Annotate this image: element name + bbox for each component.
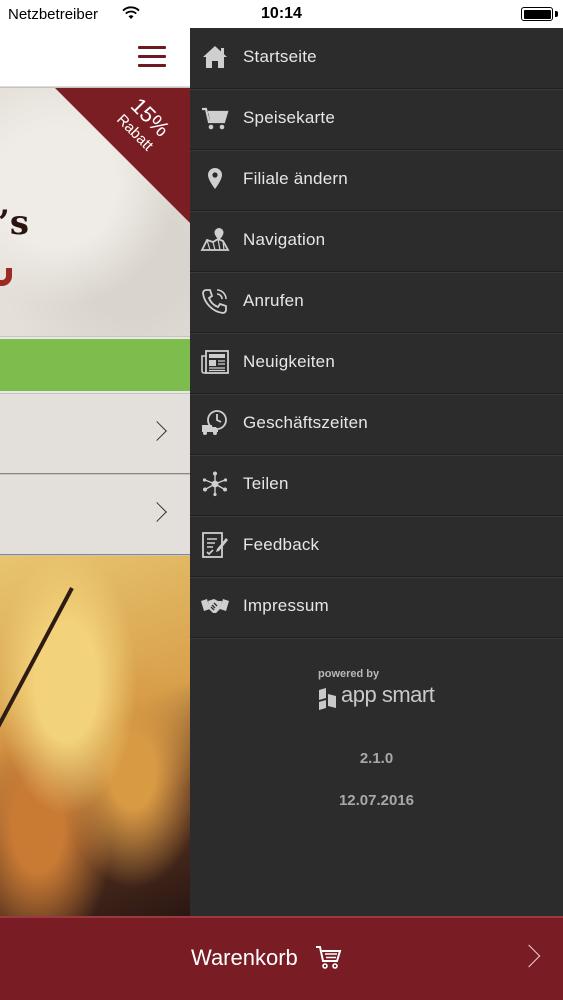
handshake-icon bbox=[201, 599, 229, 613]
feedback-icon bbox=[202, 532, 228, 558]
battery-nub bbox=[555, 11, 558, 17]
cart-bar[interactable]: Warenkorb bbox=[0, 916, 563, 1000]
menu-item-feedback[interactable]: Feedback bbox=[190, 516, 563, 577]
phone-icon bbox=[202, 289, 227, 314]
location-pin-icon bbox=[208, 168, 222, 189]
pizza-image bbox=[0, 556, 190, 916]
app-version: 2.1.0 bbox=[359, 750, 394, 767]
menu-item-label: Neuigkeiten bbox=[243, 352, 335, 371]
brand-logo-swash bbox=[0, 268, 12, 286]
cart-label: Warenkorb bbox=[191, 945, 298, 970]
menu-item-label: Feedback bbox=[243, 535, 320, 554]
menu-item-label: Geschäftszeiten bbox=[243, 413, 368, 432]
hamburger-menu-icon[interactable] bbox=[138, 46, 168, 68]
map-icon bbox=[200, 228, 230, 251]
menu-item-label: Filiale ändern bbox=[243, 169, 348, 188]
page-header bbox=[0, 28, 190, 87]
menu-item-anrufen[interactable]: Anrufen bbox=[190, 272, 563, 333]
side-drawer: Startseite Speisekarte Filiale ändern Na… bbox=[190, 28, 563, 916]
app-date: 12.07.2016 bbox=[338, 792, 415, 809]
background-page: 15% Rabatt ’s bbox=[0, 28, 190, 916]
menu-item-teilen[interactable]: Teilen bbox=[190, 455, 563, 516]
newspaper-icon bbox=[201, 350, 229, 374]
status-bar: Netzbetreiber 10:14 bbox=[0, 0, 563, 28]
appsmart-brand: app smart bbox=[341, 682, 435, 707]
action-bar[interactable] bbox=[0, 337, 190, 393]
battery-icon bbox=[521, 7, 553, 21]
menu-item-navigation[interactable]: Navigation bbox=[190, 211, 563, 272]
menu-item-filiale-aendern[interactable]: Filiale ändern bbox=[190, 150, 563, 211]
home-icon bbox=[203, 46, 227, 68]
list-item[interactable] bbox=[0, 394, 190, 474]
menu-item-startseite[interactable]: Startseite bbox=[190, 28, 563, 89]
menu-item-impressum[interactable]: Impressum bbox=[190, 577, 563, 638]
list-item[interactable] bbox=[0, 475, 190, 555]
cart-icon bbox=[202, 107, 229, 130]
brand-logo-fragment: ’s bbox=[0, 203, 29, 243]
menu-item-label: Anrufen bbox=[243, 291, 304, 310]
chevron-right-icon bbox=[147, 502, 167, 522]
share-icon bbox=[202, 471, 228, 497]
hero-image: 15% Rabatt ’s bbox=[0, 88, 190, 336]
clock: 10:14 bbox=[261, 5, 302, 22]
menu-item-label: Speisekarte bbox=[243, 108, 335, 127]
appsmart-logo-icon bbox=[319, 688, 336, 710]
chevron-right-icon bbox=[147, 421, 167, 441]
delivery-clock-icon bbox=[202, 410, 227, 435]
menu-item-speisekarte[interactable]: Speisekarte bbox=[190, 89, 563, 150]
menu-item-label: Navigation bbox=[243, 230, 326, 249]
menu-item-geschaeftszeiten[interactable]: Geschäftszeiten bbox=[190, 394, 563, 455]
menu-item-label: Impressum bbox=[243, 596, 329, 615]
powered-by-label: powered by bbox=[318, 668, 380, 680]
shopping-cart-icon bbox=[316, 946, 342, 969]
menu-item-label: Startseite bbox=[243, 47, 317, 66]
chevron-right-icon bbox=[517, 944, 541, 968]
menu-item-label: Teilen bbox=[243, 474, 289, 493]
menu-item-neuigkeiten[interactable]: Neuigkeiten bbox=[190, 333, 563, 394]
